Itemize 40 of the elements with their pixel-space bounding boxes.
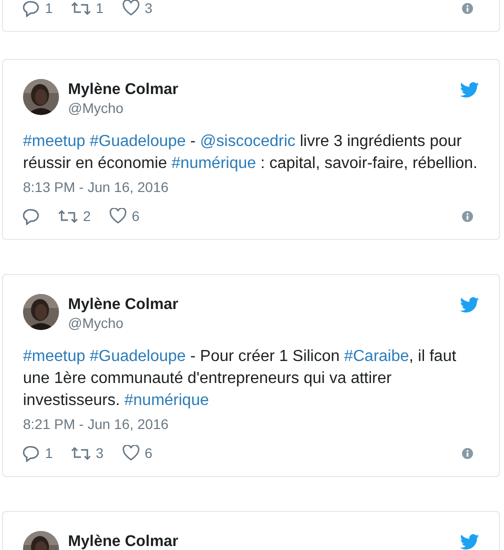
author-handle[interactable]: @Mycho <box>68 314 451 332</box>
hashtag-link[interactable]: #meetup <box>23 348 86 365</box>
hashtag-link[interactable]: @siscocedric <box>200 133 296 150</box>
like-count: 6 <box>144 445 152 461</box>
hashtag-link[interactable]: #meetup <box>23 133 86 150</box>
tweet-text: #meetup #Guadeloupe - Pour créer 1 Silicon #Caraibe, il faut une 1ère communauté d'entrepreneurs qui va attirer investisseurs. #numérique <box>23 347 458 411</box>
retweet-icon[interactable] <box>70 446 91 460</box>
tweet-text: #meetup #Guadeloupe - @siscocedric livre 3 ingrédients pour réussir en économie #numérique : capital, savoir-faire, rébellion. <box>23 132 478 174</box>
reply-count: 1 <box>45 445 53 461</box>
tweet-timestamp[interactable]: 8:21 PM - Jun 16, 2016 <box>23 414 479 434</box>
like-count: 6 <box>132 208 140 224</box>
author-name[interactable]: Mylène Colmar <box>68 533 451 550</box>
reply-icon[interactable] <box>23 208 40 224</box>
reply-icon[interactable] <box>23 444 40 462</box>
bird-icon[interactable] <box>460 82 479 98</box>
author-name[interactable]: Mylène Colmar <box>68 296 451 314</box>
heart-icon[interactable] <box>122 0 140 16</box>
info-icon[interactable] <box>462 448 473 458</box>
retweet-count: 1 <box>96 0 104 16</box>
author-name[interactable]: Mylène Colmar <box>68 81 451 99</box>
info-icon[interactable] <box>462 210 473 222</box>
heart-icon[interactable] <box>122 445 140 461</box>
retweet-count: 3 <box>96 445 104 461</box>
like-count: 3 <box>144 0 152 16</box>
reply-icon[interactable] <box>23 0 40 16</box>
hashtag-link[interactable]: #Caraibe <box>344 348 410 365</box>
tweet-timestamp[interactable]: 8:13 PM - Jun 16, 2016 <box>23 177 479 197</box>
retweet-icon[interactable] <box>58 208 78 224</box>
hashtag-link[interactable]: #Guadeloupe <box>90 348 186 365</box>
retweet-icon[interactable] <box>70 0 91 16</box>
bird-icon[interactable] <box>460 297 479 313</box>
hashtag-link[interactable]: #numérique <box>172 155 256 172</box>
hashtag-link[interactable]: #numérique <box>124 392 209 409</box>
heart-icon[interactable] <box>108 208 127 224</box>
hashtag-link[interactable]: #Guadeloupe <box>90 133 186 150</box>
info-icon[interactable] <box>462 2 473 14</box>
retweet-count: 2 <box>83 208 91 224</box>
reply-count: 1 <box>45 0 53 16</box>
author-handle[interactable]: @Mycho <box>68 99 451 117</box>
bird-icon[interactable] <box>460 534 479 550</box>
